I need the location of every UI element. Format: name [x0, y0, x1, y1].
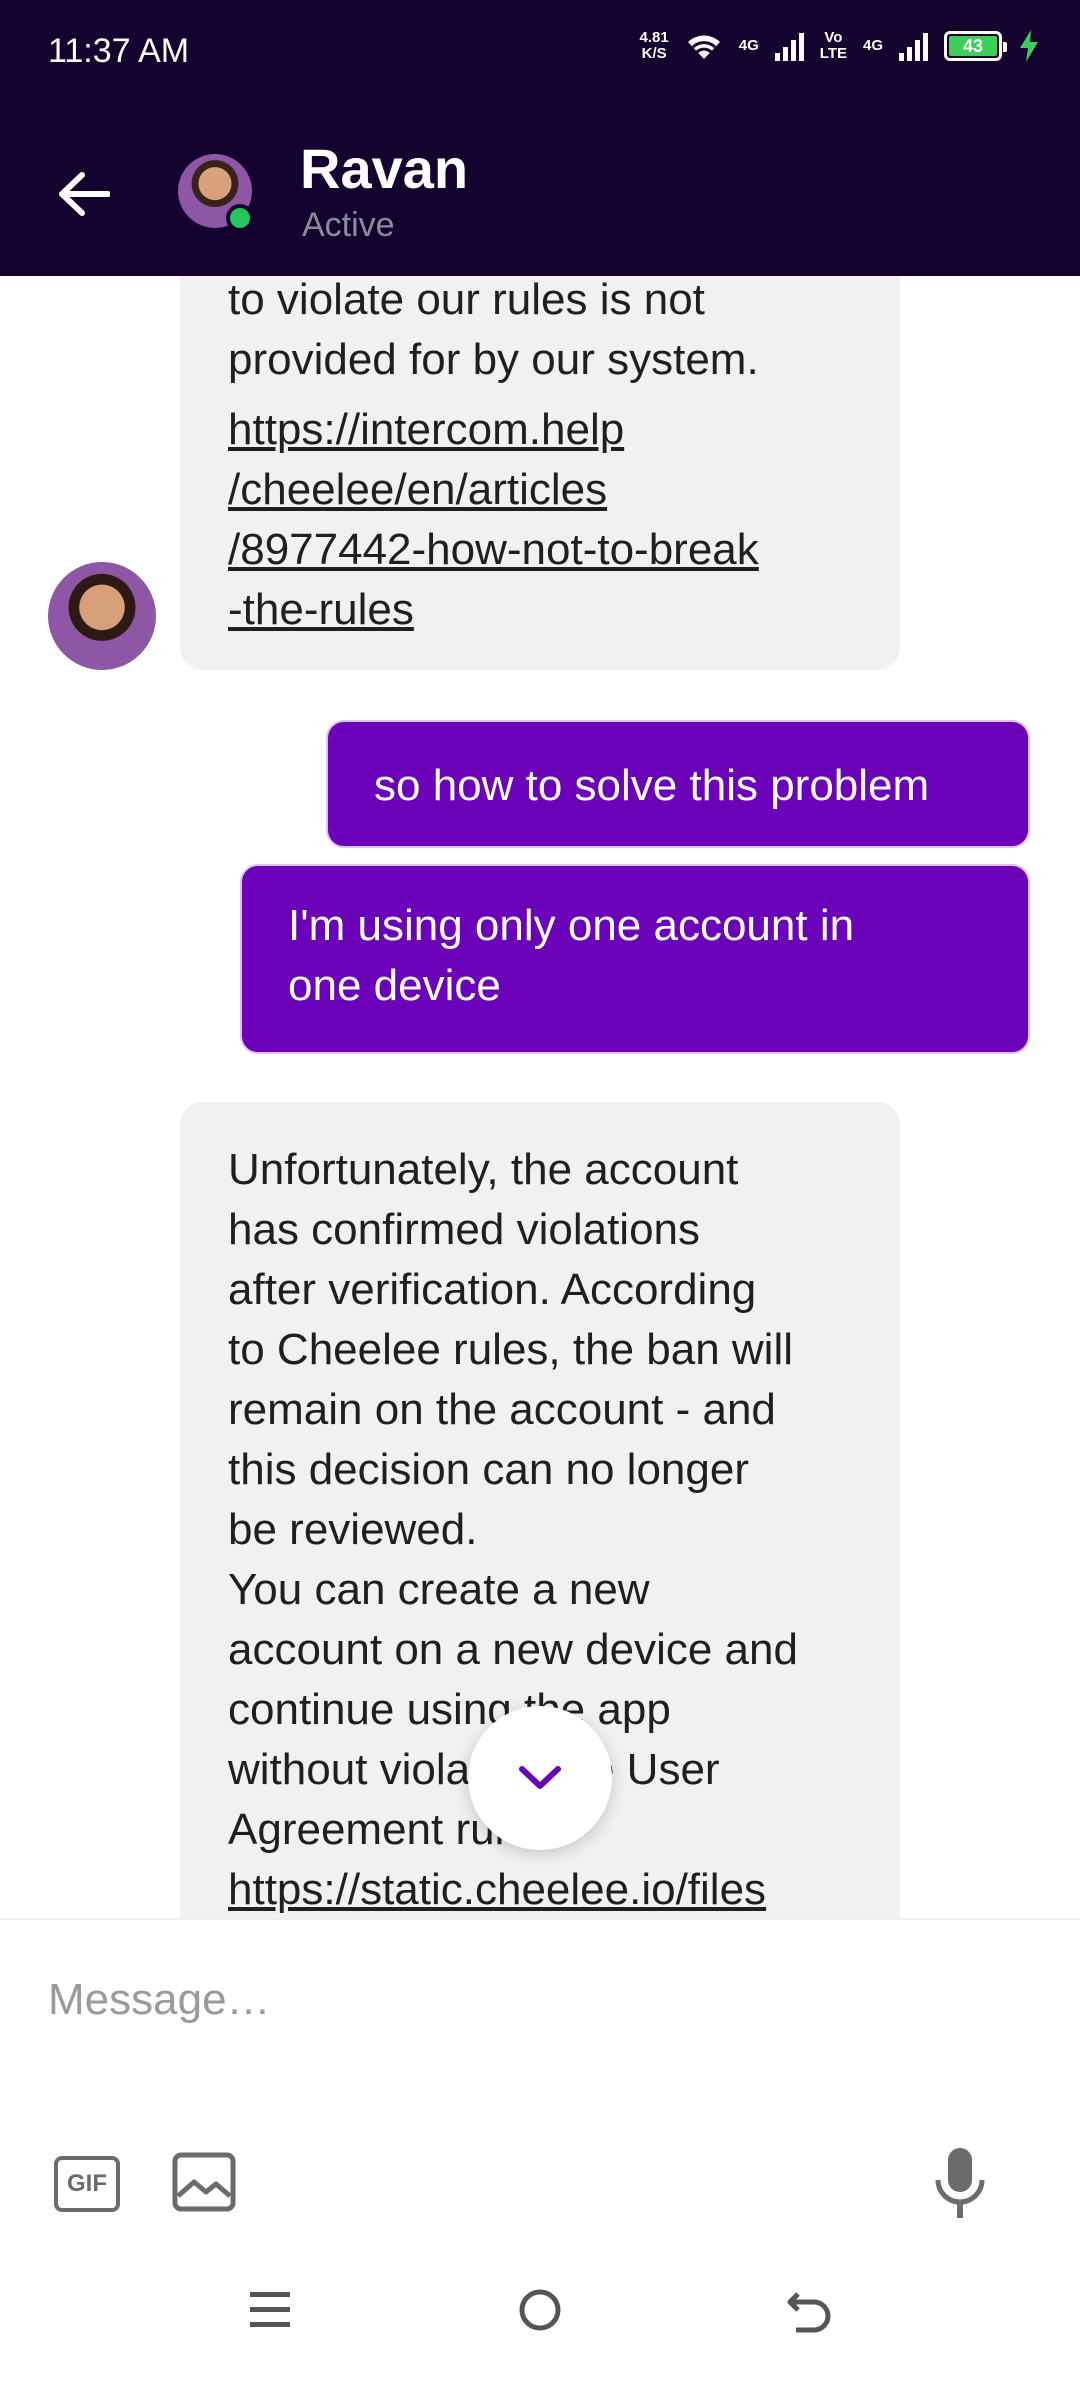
- system-navigation-bar: [0, 2220, 1080, 2400]
- signal-icon: [774, 31, 804, 61]
- message-link[interactable]: https://intercom.help: [228, 400, 852, 460]
- incoming-message: to violate our rules is not provided for…: [180, 276, 900, 670]
- chevron-down-icon: [519, 1766, 561, 1789]
- arrow-left-icon: [59, 172, 110, 216]
- outgoing-message: so how to solve this problem: [326, 720, 1030, 848]
- network-type-label: 4G: [738, 37, 759, 54]
- online-status-dot: [226, 204, 254, 232]
- status-time: 11:37 AM: [48, 32, 190, 70]
- microphone-icon[interactable]: [930, 2146, 990, 2222]
- message-composer: GIF: [0, 1918, 1080, 2218]
- charging-bolt-icon: [1020, 30, 1038, 62]
- message-link[interactable]: https://static.cheelee.io/files: [228, 1860, 852, 1918]
- wifi-icon: [684, 35, 720, 59]
- image-icon[interactable]: [172, 2152, 236, 2212]
- menu-icon[interactable]: [240, 2280, 300, 2340]
- message-link[interactable]: /cheelee/en/articles: [228, 460, 852, 520]
- gif-icon: GIF: [67, 2170, 107, 2197]
- message-input[interactable]: [48, 1960, 1028, 2040]
- gif-button[interactable]: GIF: [54, 2156, 120, 2212]
- message-link[interactable]: /8977442-how-not-to-break: [228, 520, 852, 580]
- message-list[interactable]: to violate our rules is not provided for…: [0, 276, 1080, 1918]
- network-type-label-2: 4G: [862, 37, 883, 54]
- back-nav-icon[interactable]: [780, 2280, 840, 2340]
- sender-avatar[interactable]: [48, 562, 156, 670]
- status-bar: 11:37 AM 4.81 K/S 4G Vo LTE 4G 43: [0, 0, 1080, 108]
- contact-status: Active: [302, 206, 395, 244]
- signal-icon-2: [899, 31, 928, 61]
- volte-label: Vo LTE: [819, 29, 847, 62]
- message-link[interactable]: -the-rules: [228, 580, 852, 640]
- contact-name[interactable]: Ravan: [300, 136, 468, 201]
- battery-icon: 43: [944, 31, 1007, 61]
- home-icon[interactable]: [510, 2280, 570, 2340]
- back-button[interactable]: [48, 158, 120, 230]
- outgoing-message: I'm using only one account in one device: [240, 864, 1030, 1054]
- status-icons: 4.81 K/S 4G Vo LTE 4G 43: [640, 30, 1040, 62]
- battery-level: 43: [949, 36, 997, 56]
- chat-header: Ravan Active: [0, 108, 1080, 276]
- scroll-to-bottom-button[interactable]: [468, 1706, 612, 1850]
- network-speed: 4.81 K/S: [639, 29, 669, 62]
